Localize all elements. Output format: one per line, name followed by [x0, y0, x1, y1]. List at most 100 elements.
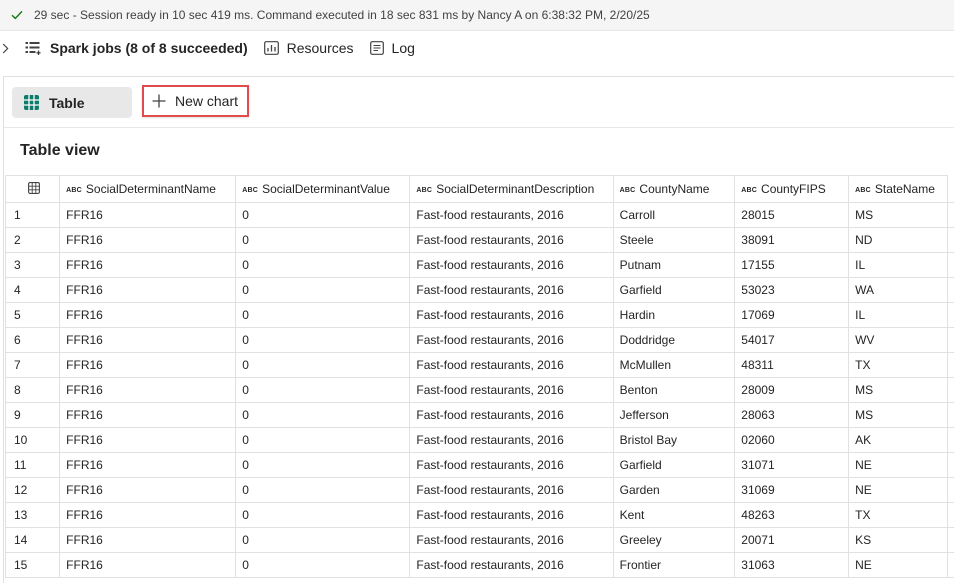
table-view-button[interactable]: Table: [12, 87, 132, 118]
table-cell[interactable]: 0: [236, 353, 410, 378]
column-header[interactable]: ABCSocialDeterminantName: [60, 176, 236, 203]
table-cell[interactable]: 0: [236, 478, 410, 503]
table-cell[interactable]: 20071: [735, 528, 849, 553]
table-cell[interactable]: WV: [849, 328, 948, 353]
column-header[interactable]: ABCSocialDeterminantValue: [236, 176, 410, 203]
table-cell[interactable]: Fast-food restaurants, 2016: [410, 528, 613, 553]
resources-link[interactable]: Resources: [264, 40, 354, 56]
table-cell[interactable]: ND: [849, 228, 948, 253]
table-cell[interactable]: FFR16: [60, 553, 236, 578]
table-row[interactable]: 8FFR160Fast-food restaurants, 2016Benton…: [6, 378, 954, 403]
table-row[interactable]: 4FFR160Fast-food restaurants, 2016Garfie…: [6, 278, 954, 303]
table-cell[interactable]: TX: [849, 503, 948, 528]
expand-chevron-icon[interactable]: [2, 43, 12, 54]
table-cell[interactable]: Garfield: [613, 278, 735, 303]
table-cell[interactable]: Hardin: [613, 303, 735, 328]
table-cell[interactable]: 28063: [735, 403, 849, 428]
column-header[interactable]: ABCCountyFIPS: [735, 176, 849, 203]
table-cell[interactable]: FFR16: [60, 453, 236, 478]
table-cell[interactable]: 0: [236, 303, 410, 328]
table-cell[interactable]: FFR16: [60, 503, 236, 528]
table-cell[interactable]: IL: [849, 303, 948, 328]
table-cell[interactable]: FFR16: [60, 403, 236, 428]
table-cell[interactable]: NE: [849, 453, 948, 478]
table-cell[interactable]: 0: [236, 328, 410, 353]
table-cell[interactable]: Frontier: [613, 553, 735, 578]
table-cell[interactable]: Bristol Bay: [613, 428, 735, 453]
table-cell[interactable]: 28009: [735, 378, 849, 403]
table-cell[interactable]: 0: [236, 253, 410, 278]
table-cell[interactable]: IL: [849, 253, 948, 278]
table-cell[interactable]: TX: [849, 353, 948, 378]
table-row[interactable]: 3FFR160Fast-food restaurants, 2016Putnam…: [6, 253, 954, 278]
table-cell[interactable]: 31071: [735, 453, 849, 478]
table-row[interactable]: 10FFR160Fast-food restaurants, 2016Brist…: [6, 428, 954, 453]
table-cell[interactable]: FFR16: [60, 253, 236, 278]
column-header[interactable]: ABCSocialDeterminantDescription: [410, 176, 613, 203]
table-cell[interactable]: 02060: [735, 428, 849, 453]
table-cell[interactable]: 17155: [735, 253, 849, 278]
table-cell[interactable]: WA: [849, 278, 948, 303]
table-row[interactable]: 2FFR160Fast-food restaurants, 2016Steele…: [6, 228, 954, 253]
table-cell[interactable]: Doddridge: [613, 328, 735, 353]
table-cell[interactable]: Fast-food restaurants, 2016: [410, 503, 613, 528]
table-cell[interactable]: Kent: [613, 503, 735, 528]
table-row[interactable]: 5FFR160Fast-food restaurants, 2016Hardin…: [6, 303, 954, 328]
table-cell[interactable]: Fast-food restaurants, 2016: [410, 278, 613, 303]
table-cell[interactable]: 17069: [735, 303, 849, 328]
table-cell[interactable]: MS: [849, 378, 948, 403]
table-cell[interactable]: Carroll: [613, 203, 735, 228]
table-cell[interactable]: 0: [236, 228, 410, 253]
table-cell[interactable]: Fast-food restaurants, 2016: [410, 353, 613, 378]
table-cell[interactable]: 28015: [735, 203, 849, 228]
table-cell[interactable]: AK: [849, 428, 948, 453]
table-cell[interactable]: Fast-food restaurants, 2016: [410, 303, 613, 328]
table-cell[interactable]: Fast-food restaurants, 2016: [410, 253, 613, 278]
table-cell[interactable]: FFR16: [60, 228, 236, 253]
table-cell[interactable]: 0: [236, 378, 410, 403]
table-cell[interactable]: 0: [236, 203, 410, 228]
table-cell[interactable]: FFR16: [60, 328, 236, 353]
table-cell[interactable]: FFR16: [60, 478, 236, 503]
table-cell[interactable]: FFR16: [60, 528, 236, 553]
table-cell[interactable]: 0: [236, 428, 410, 453]
table-cell[interactable]: Fast-food restaurants, 2016: [410, 378, 613, 403]
table-cell[interactable]: Fast-food restaurants, 2016: [410, 403, 613, 428]
table-row[interactable]: 9FFR160Fast-food restaurants, 2016Jeffer…: [6, 403, 954, 428]
table-cell[interactable]: 48263: [735, 503, 849, 528]
table-cell[interactable]: 0: [236, 453, 410, 478]
log-link[interactable]: Log: [370, 40, 415, 56]
table-cell[interactable]: KS: [849, 528, 948, 553]
column-header[interactable]: ABCCountyName: [613, 176, 735, 203]
table-cell[interactable]: FFR16: [60, 278, 236, 303]
table-cell[interactable]: 38091: [735, 228, 849, 253]
table-cell[interactable]: 31069: [735, 478, 849, 503]
table-cell[interactable]: McMullen: [613, 353, 735, 378]
table-cell[interactable]: Fast-food restaurants, 2016: [410, 478, 613, 503]
table-cell[interactable]: NE: [849, 478, 948, 503]
table-row[interactable]: 11FFR160Fast-food restaurants, 2016Garfi…: [6, 453, 954, 478]
table-cell[interactable]: NE: [849, 553, 948, 578]
table-cell[interactable]: Garfield: [613, 453, 735, 478]
table-row[interactable]: 7FFR160Fast-food restaurants, 2016McMull…: [6, 353, 954, 378]
table-cell[interactable]: Garden: [613, 478, 735, 503]
table-cell[interactable]: 54017: [735, 328, 849, 353]
table-cell[interactable]: Fast-food restaurants, 2016: [410, 453, 613, 478]
table-cell[interactable]: Fast-food restaurants, 2016: [410, 328, 613, 353]
select-all-grid-icon[interactable]: [6, 176, 60, 203]
table-cell[interactable]: FFR16: [60, 203, 236, 228]
table-row[interactable]: 15FFR160Fast-food restaurants, 2016Front…: [6, 553, 954, 578]
table-cell[interactable]: Fast-food restaurants, 2016: [410, 203, 613, 228]
table-cell[interactable]: Jefferson: [613, 403, 735, 428]
table-cell[interactable]: Fast-food restaurants, 2016: [410, 553, 613, 578]
column-header[interactable]: ABCStateName: [849, 176, 948, 203]
table-cell[interactable]: 0: [236, 403, 410, 428]
table-row[interactable]: 14FFR160Fast-food restaurants, 2016Greel…: [6, 528, 954, 553]
table-cell[interactable]: Greeley: [613, 528, 735, 553]
table-cell[interactable]: 31063: [735, 553, 849, 578]
table-row[interactable]: 13FFR160Fast-food restaurants, 2016Kent4…: [6, 503, 954, 528]
new-chart-button[interactable]: New chart: [142, 85, 249, 117]
table-cell[interactable]: Fast-food restaurants, 2016: [410, 428, 613, 453]
table-cell[interactable]: 53023: [735, 278, 849, 303]
table-cell[interactable]: 48311: [735, 353, 849, 378]
